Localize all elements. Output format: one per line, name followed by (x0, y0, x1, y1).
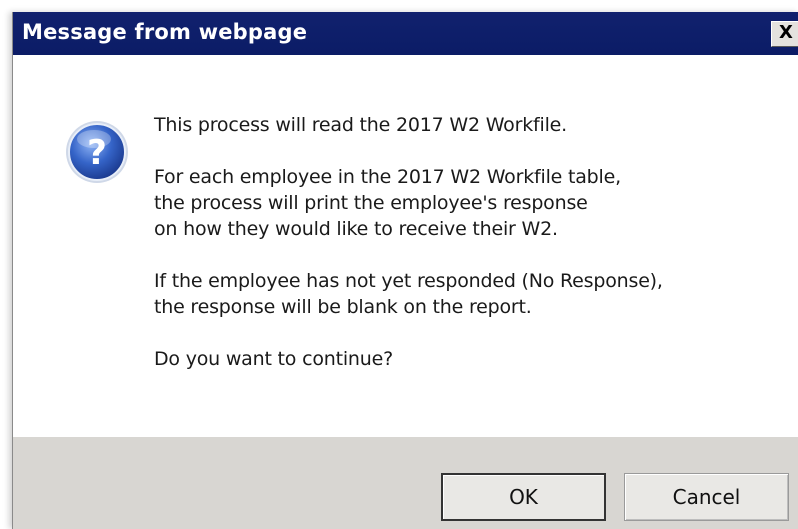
title-bar[interactable]: Message from webpage X (13, 12, 798, 55)
ok-button[interactable]: OK (441, 473, 606, 521)
message-body: This process will read the 2017 W2 Workf… (154, 112, 794, 398)
message-paragraph-2: For each employee in the 2017 W2 Workfil… (154, 166, 621, 240)
dialog-title: Message from webpage (22, 20, 308, 44)
question-icon: ? (64, 119, 130, 185)
message-paragraph-3: If the employee has not yet responded (N… (154, 270, 663, 318)
button-bar: OK Cancel (13, 437, 798, 529)
message-line-1: This process will read the 2017 W2 Workf… (154, 114, 567, 136)
message-question: Do you want to continue? (154, 348, 393, 370)
message-dialog: Message from webpage X ? This process wi… (12, 12, 798, 529)
close-button[interactable]: X (771, 21, 798, 47)
cancel-button[interactable]: Cancel (624, 473, 789, 521)
svg-text:?: ? (87, 133, 107, 173)
